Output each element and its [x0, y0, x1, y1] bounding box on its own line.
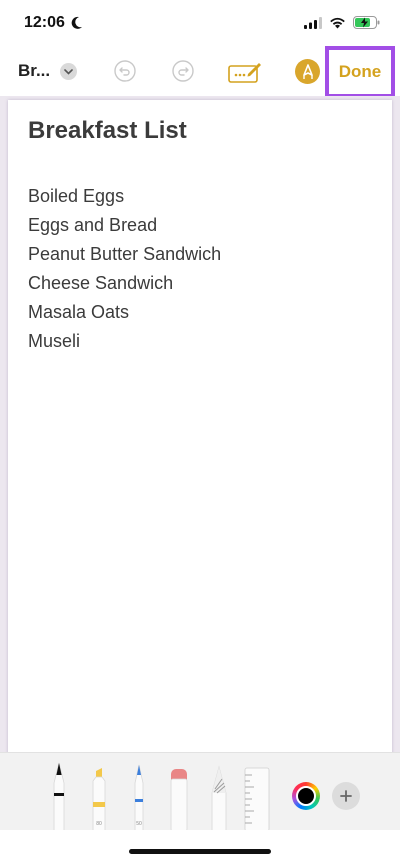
- bottom-area: [0, 830, 400, 864]
- pen-tool-icon[interactable]: [44, 753, 74, 831]
- tool-palette: 80 50: [0, 752, 400, 831]
- pen-circle-icon: [302, 63, 313, 79]
- markup-icon[interactable]: [228, 60, 262, 84]
- highlighter-tool-icon[interactable]: 80: [84, 753, 114, 831]
- title-dropdown-button[interactable]: [60, 63, 77, 80]
- undo-icon[interactable]: [114, 60, 136, 82]
- list-item: Boiled Eggs: [28, 186, 125, 206]
- ruler-tool-icon[interactable]: [242, 753, 272, 831]
- status-bar: 12:06: [0, 0, 400, 50]
- pencil-tool-icon[interactable]: [204, 753, 234, 831]
- note-heading: Breakfast List: [28, 117, 187, 144]
- done-button[interactable]: Done: [325, 46, 395, 98]
- wifi-icon: [330, 17, 345, 28]
- eraser-tool-icon[interactable]: [164, 753, 194, 831]
- pen-circle-button[interactable]: [295, 59, 320, 84]
- note-list: Boiled Eggs Eggs and Bread Peanut Butter…: [28, 182, 221, 356]
- note-title-button[interactable]: Br...: [18, 61, 50, 81]
- battery-charging-icon: [353, 16, 380, 29]
- pencil-blue-tool-icon[interactable]: 50: [124, 753, 154, 831]
- highlighter-size-label: 80: [96, 821, 102, 827]
- cellular-signal-icon: [304, 16, 322, 29]
- chevron-down-icon: [64, 68, 73, 75]
- note-page[interactable]: Breakfast List Boiled Eggs Eggs and Brea…: [8, 100, 392, 756]
- moon-icon: [71, 16, 82, 29]
- markup-toolbar: Br... Done: [0, 46, 400, 98]
- status-time: 12:06: [24, 14, 65, 31]
- home-indicator[interactable]: [129, 849, 271, 854]
- color-wheel-icon[interactable]: [292, 782, 320, 810]
- selected-color-swatch: [296, 786, 316, 806]
- status-time-group: 12:06: [24, 14, 83, 32]
- add-icon: [340, 790, 352, 802]
- redo-icon[interactable]: [172, 60, 194, 82]
- list-item: Eggs and Bread: [28, 215, 158, 235]
- add-tool-button[interactable]: [332, 782, 360, 810]
- list-item: Peanut Butter Sandwich: [28, 244, 222, 264]
- list-item: Cheese Sandwich: [28, 273, 174, 293]
- pencil-size-label: 50: [136, 821, 142, 827]
- list-item: Museli: [28, 331, 81, 351]
- list-item: Masala Oats: [28, 302, 130, 322]
- status-icons: [304, 16, 380, 29]
